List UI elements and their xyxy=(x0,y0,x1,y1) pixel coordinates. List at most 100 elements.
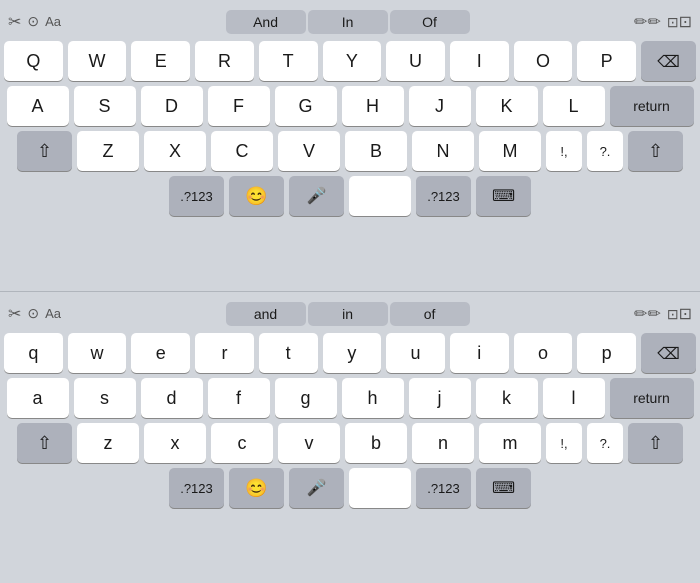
num-key-upper-right[interactable]: .?123 xyxy=(416,176,471,216)
key-t-lower[interactable]: t xyxy=(259,333,318,373)
font-icon[interactable] xyxy=(45,13,61,31)
key-a-lower[interactable]: a xyxy=(7,378,69,418)
key-s[interactable]: S xyxy=(74,86,136,126)
scissors-icon-lower[interactable] xyxy=(8,304,21,324)
suggestion-and[interactable]: And xyxy=(226,10,306,34)
key-x-lower[interactable]: x xyxy=(144,423,206,463)
emoji-key-upper[interactable]: 😊 xyxy=(229,176,284,216)
key-n-lower[interactable]: n xyxy=(412,423,474,463)
key-comma-upper[interactable]: !, xyxy=(546,131,582,171)
shift-key-lower-right[interactable] xyxy=(628,423,683,463)
key-v-lower[interactable]: v xyxy=(278,423,340,463)
key-t[interactable]: T xyxy=(259,41,318,81)
key-b-lower[interactable]: b xyxy=(345,423,407,463)
num-key-upper-left[interactable]: .?123 xyxy=(169,176,224,216)
key-g[interactable]: G xyxy=(275,86,337,126)
font-icon-lower[interactable] xyxy=(45,305,61,323)
kbd-key-lower[interactable] xyxy=(476,468,531,508)
shift-key-upper-right[interactable] xyxy=(628,131,683,171)
suggestions-upper: And In Of xyxy=(67,10,628,34)
key-j[interactable]: J xyxy=(409,86,471,126)
key-b[interactable]: B xyxy=(345,131,407,171)
mic-key-upper[interactable]: 🎤 xyxy=(289,176,344,216)
key-q[interactable]: Q xyxy=(4,41,63,81)
key-k-lower[interactable]: k xyxy=(476,378,538,418)
key-i[interactable]: I xyxy=(450,41,509,81)
key-s-lower[interactable]: s xyxy=(74,378,136,418)
camera-icon-lower[interactable]: ⊡ xyxy=(667,304,692,324)
keyboard-uppercase: And In Of ✏ ⊡ Q W E R T Y U I O P A S D … xyxy=(0,0,700,291)
key-row-1-upper: Q W E R T Y U I O P xyxy=(4,41,696,81)
emoji-key-lower[interactable]: 😊 xyxy=(229,468,284,508)
key-period-lower[interactable]: ?. xyxy=(587,423,623,463)
key-r-lower[interactable]: r xyxy=(195,333,254,373)
key-i-lower[interactable]: i xyxy=(450,333,509,373)
key-g-lower[interactable]: g xyxy=(275,378,337,418)
key-c[interactable]: C xyxy=(211,131,273,171)
shift-key-lower[interactable] xyxy=(17,423,72,463)
key-period-upper[interactable]: ?. xyxy=(587,131,623,171)
key-d-lower[interactable]: d xyxy=(141,378,203,418)
key-y[interactable]: Y xyxy=(323,41,382,81)
kbd-icon-lower xyxy=(492,478,515,498)
space-key-upper[interactable] xyxy=(349,176,411,216)
bottom-row-lower: .?123 😊 🎤 .?123 xyxy=(4,468,696,508)
num-key-lower-right[interactable]: .?123 xyxy=(416,468,471,508)
key-q-lower[interactable]: q xyxy=(4,333,63,373)
suggestion-of-lower[interactable]: of xyxy=(390,302,470,326)
return-key-lower[interactable]: return xyxy=(610,378,694,418)
key-d[interactable]: D xyxy=(141,86,203,126)
key-y-lower[interactable]: y xyxy=(323,333,382,373)
key-n[interactable]: N xyxy=(412,131,474,171)
key-c-lower[interactable]: c xyxy=(211,423,273,463)
key-comma-lower[interactable]: !, xyxy=(546,423,582,463)
suggestion-in-lower[interactable]: in xyxy=(308,302,388,326)
key-w[interactable]: W xyxy=(68,41,127,81)
suggestion-in[interactable]: In xyxy=(308,10,388,34)
key-l[interactable]: L xyxy=(543,86,605,126)
return-key-upper[interactable]: return xyxy=(610,86,694,126)
key-h-lower[interactable]: h xyxy=(342,378,404,418)
camera-icon-upper[interactable]: ⊡ xyxy=(667,12,692,32)
key-m[interactable]: M xyxy=(479,131,541,171)
key-e[interactable]: E xyxy=(131,41,190,81)
mic-key-lower[interactable]: 🎤 xyxy=(289,468,344,508)
num-key-lower-left[interactable]: .?123 xyxy=(169,468,224,508)
key-l-lower[interactable]: l xyxy=(543,378,605,418)
key-o[interactable]: O xyxy=(514,41,573,81)
shift-key-upper[interactable] xyxy=(17,131,72,171)
toolbar-right-upper: ✏ ⊡ xyxy=(634,12,692,32)
key-x[interactable]: X xyxy=(144,131,206,171)
suggestion-and-lower[interactable]: and xyxy=(226,302,306,326)
key-v[interactable]: V xyxy=(278,131,340,171)
key-w-lower[interactable]: w xyxy=(68,333,127,373)
key-m-lower[interactable]: m xyxy=(479,423,541,463)
key-e-lower[interactable]: e xyxy=(131,333,190,373)
toolbar-left-lower xyxy=(8,304,61,324)
pencil-icon-upper[interactable]: ✏ xyxy=(634,12,661,32)
key-u-lower[interactable]: u xyxy=(386,333,445,373)
key-a[interactable]: A xyxy=(7,86,69,126)
key-h[interactable]: H xyxy=(342,86,404,126)
key-r[interactable]: R xyxy=(195,41,254,81)
space-key-lower[interactable] xyxy=(349,468,411,508)
key-p[interactable]: P xyxy=(577,41,636,81)
key-p-lower[interactable]: p xyxy=(577,333,636,373)
key-row-2-lower: a s d f g h j k l return xyxy=(4,378,696,418)
scissors-icon[interactable] xyxy=(8,12,21,32)
key-u[interactable]: U xyxy=(386,41,445,81)
key-z-lower[interactable]: z xyxy=(77,423,139,463)
key-o-lower[interactable]: o xyxy=(514,333,573,373)
key-j-lower[interactable]: j xyxy=(409,378,471,418)
pencil-icon-lower[interactable]: ✏ xyxy=(634,304,661,324)
suggestion-of[interactable]: Of xyxy=(390,10,470,34)
key-f[interactable]: F xyxy=(208,86,270,126)
check-icon[interactable] xyxy=(27,13,39,31)
key-k[interactable]: K xyxy=(476,86,538,126)
kbd-key-upper[interactable] xyxy=(476,176,531,216)
check-icon-lower[interactable] xyxy=(27,305,39,323)
key-f-lower[interactable]: f xyxy=(208,378,270,418)
delete-key-lower[interactable] xyxy=(641,333,696,373)
key-z[interactable]: Z xyxy=(77,131,139,171)
delete-key-upper[interactable] xyxy=(641,41,696,81)
